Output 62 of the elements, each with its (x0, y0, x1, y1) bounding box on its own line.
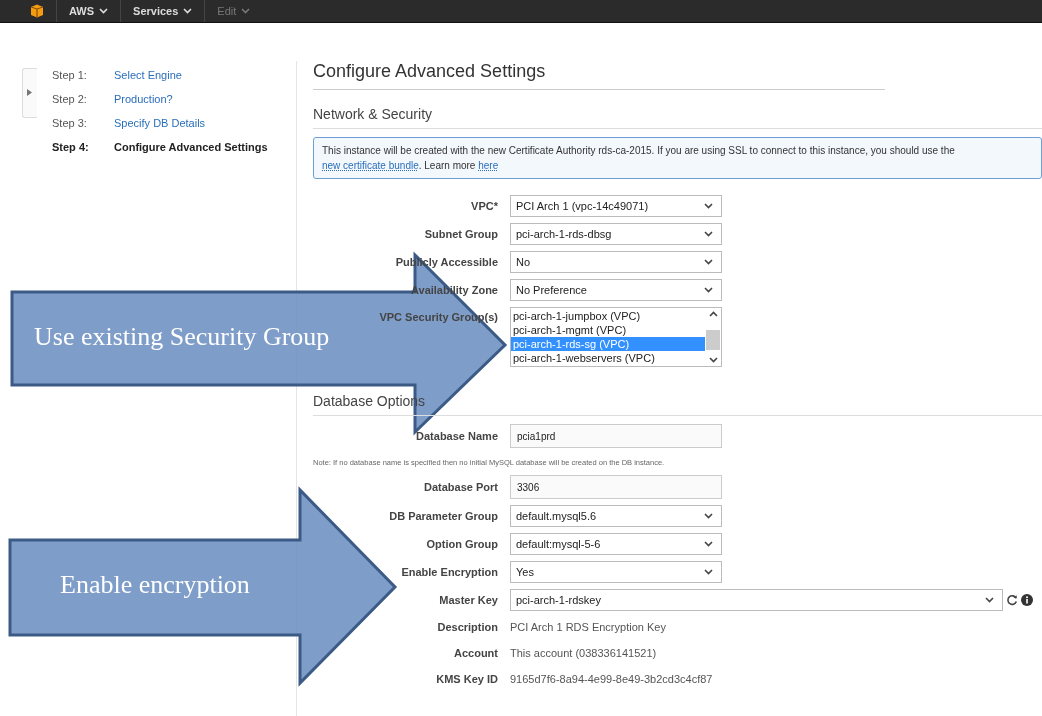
field-label: Database Port (424, 481, 498, 493)
security-group-list[interactable]: pci-arch-1-jumpbox (VPC) pci-arch-1-mgmt (VPC) pci-arch-1-rds-sg (VPC) pci-arch-1-webservers (VPC) (510, 307, 722, 367)
menu-button[interactable]: Services (120, 0, 205, 22)
chevron-down-icon (704, 231, 713, 237)
select-field[interactable]: Yes (510, 561, 722, 583)
field-label: Master Key (439, 594, 498, 606)
expand-icon (27, 89, 32, 96)
chevron-down-icon (704, 203, 713, 209)
step-number: Step 2: (52, 93, 88, 105)
field-label: Database Name (416, 430, 498, 442)
field-value: This account (038336141521) (510, 646, 658, 661)
chevron-down-icon (704, 513, 713, 519)
select-field[interactable]: No (510, 251, 722, 273)
field-label: Enable Encryption (401, 566, 498, 578)
info-icon[interactable] (1021, 594, 1033, 606)
field-label: Subnet Group (424, 228, 498, 240)
chevron-down-icon (704, 287, 713, 293)
chevron-down-icon (704, 259, 713, 265)
list-option[interactable]: pci-arch-1-webservers (VPC) (511, 351, 705, 365)
step-number: Step 1: (52, 69, 88, 81)
field-label: DB Parameter Group (389, 510, 498, 522)
select-field[interactable]: default.mysql5.6 (510, 505, 722, 527)
chevron-down-icon (985, 597, 994, 603)
field-label: Description (437, 621, 498, 633)
here-link[interactable]: here (478, 160, 499, 171)
step-number: Step 3: (52, 117, 88, 129)
field-label: KMS Key ID (436, 673, 498, 685)
chevron-down-icon (99, 8, 109, 14)
select-field[interactable]: pci-arch-1-rdskey (510, 589, 1003, 611)
field-label: VPC* (471, 200, 498, 212)
step-link[interactable]: Production? (114, 93, 296, 105)
certificate-link[interactable]: new certificate bundle (322, 160, 419, 171)
field-value: 9165d7f6-8a94-4e99-8e49-3b2cd3c4cf87 (510, 672, 714, 687)
page-title: Configure Advanced Settings (313, 61, 885, 90)
refresh-icon[interactable] (1006, 594, 1018, 606)
chevron-down-icon (241, 8, 251, 14)
menu-button[interactable]: AWS (56, 0, 121, 22)
input-field[interactable]: pcia1prd (510, 424, 722, 448)
sidebar-toggle[interactable] (22, 68, 37, 118)
section-title: Network & Security (313, 106, 1042, 129)
list-option[interactable]: pci-arch-1-mgmt (VPC) (511, 323, 705, 337)
field-value: PCI Arch 1 RDS Encryption Key (510, 620, 667, 635)
field-label: Account (454, 647, 498, 659)
step-link[interactable]: Configure Advanced Settings (114, 141, 296, 153)
scroll-bar[interactable] (705, 308, 721, 366)
step-link[interactable]: Select Engine (114, 69, 296, 81)
select-field[interactable]: default:mysql-5-6 (510, 533, 722, 555)
step-number: Step 4: (52, 141, 90, 153)
annotation-text: Enable encryption (60, 570, 250, 600)
select-field[interactable]: pci-arch-1-rds-dbsg (510, 223, 722, 245)
field-label: Option Group (426, 538, 498, 550)
list-option[interactable]: pci-arch-1-jumpbox (VPC) (511, 309, 705, 323)
select-field[interactable]: No Preference (510, 279, 722, 301)
step-link[interactable]: Specify DB Details (114, 117, 296, 129)
info-message: This instance will be created with the new Certificate Authority rds-ca-2015. If you are using SSL to connect to this instance, you should use the new certificate bundle. Learn more here (313, 137, 1042, 179)
chevron-down-icon (704, 541, 713, 547)
chevron-down-icon (704, 569, 713, 575)
select-field[interactable]: PCI Arch 1 (vpc-14c49071) (510, 195, 722, 217)
input-field[interactable]: 3306 (510, 475, 722, 499)
chevron-down-icon (183, 8, 193, 14)
annotation-text: Use existing Security Group (34, 322, 330, 352)
cube-logo-icon[interactable] (30, 4, 44, 18)
